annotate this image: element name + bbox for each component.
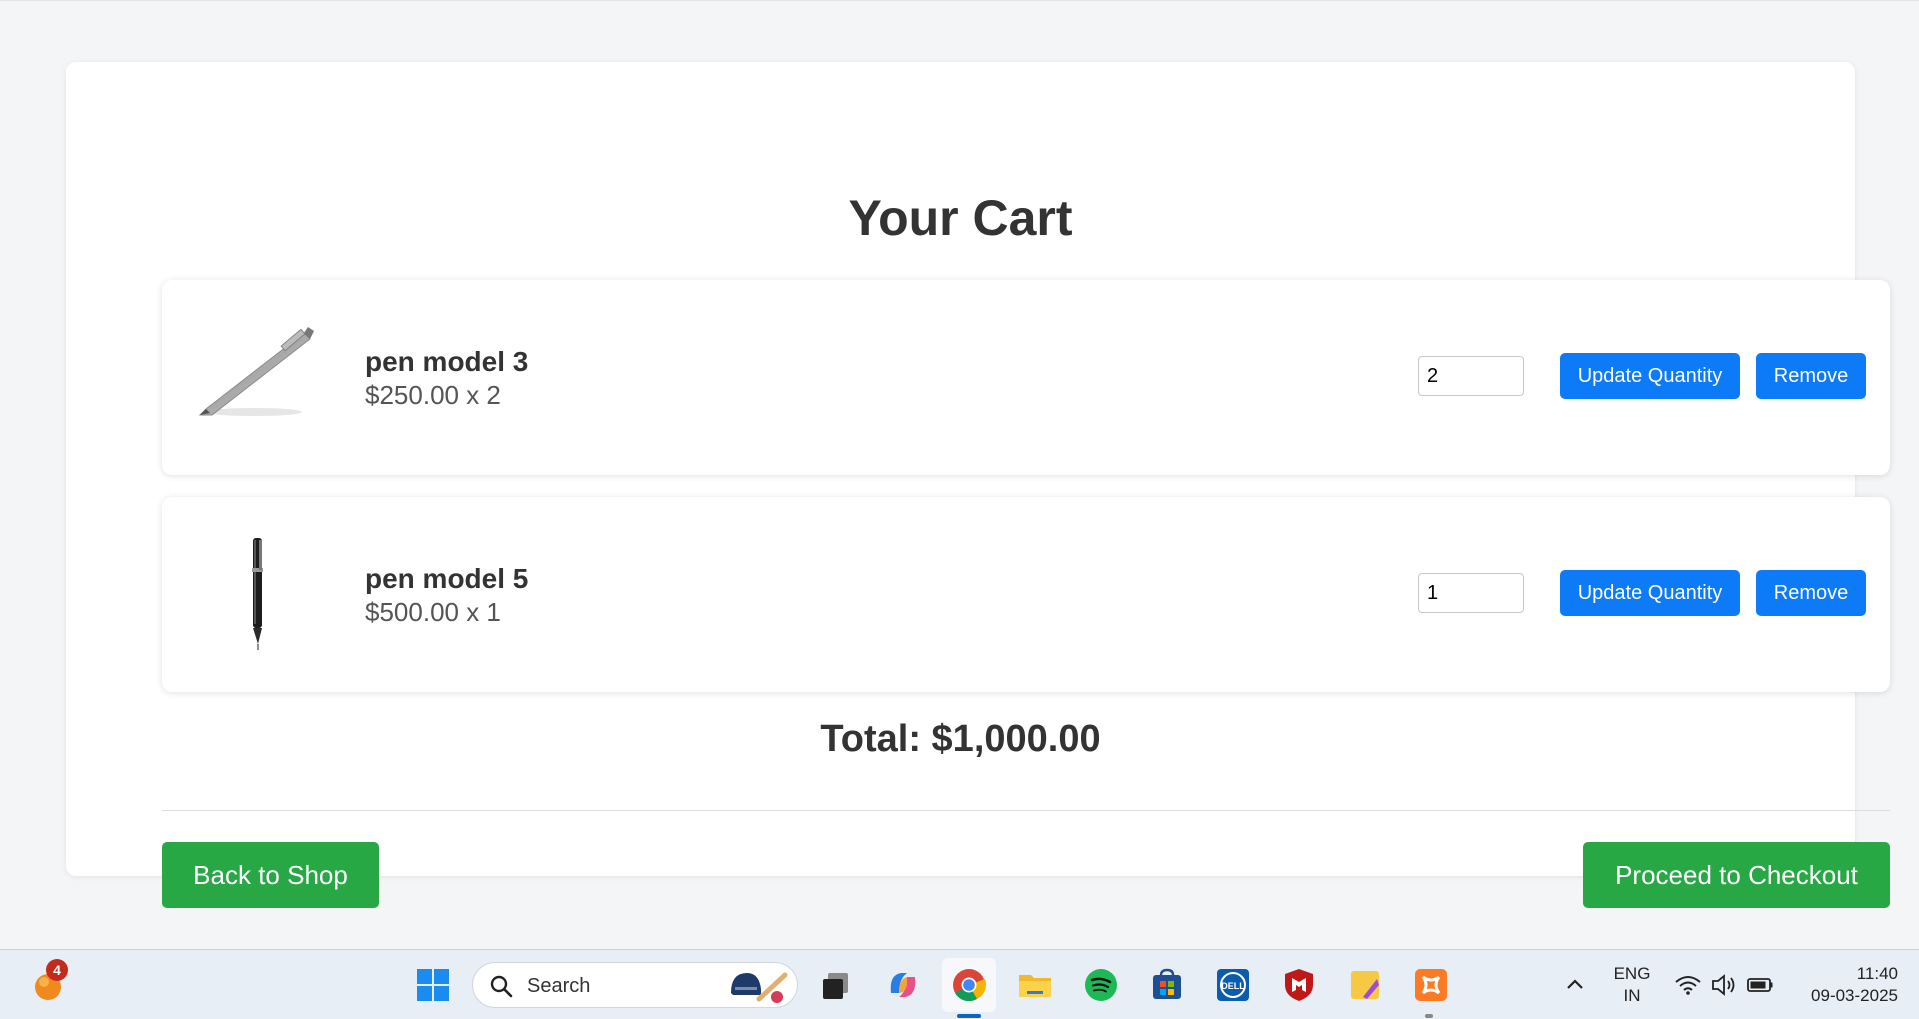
sticky-notes-icon[interactable] (1345, 965, 1385, 1005)
cart-item: pen model 5 $500.00 x 1 Update Quantity … (162, 497, 1890, 692)
running-app-indicator (1425, 1014, 1433, 1018)
item-price: $500.00 x 1 (365, 597, 501, 627)
silver-pen-image (192, 315, 322, 440)
chrome-icon[interactable] (949, 965, 989, 1005)
search-placeholder: Search (527, 975, 591, 997)
windows-start-icon[interactable] (413, 965, 453, 1005)
back-to-shop-button[interactable]: Back to Shop (162, 842, 379, 908)
cart-container: Your Cart pen model 3 $250.00 x 2 2 Upda… (66, 62, 1890, 908)
remove-button[interactable]: Remove (1756, 570, 1866, 616)
item-name: pen model 5 (365, 563, 529, 594)
wifi-icon[interactable] (1668, 965, 1708, 1005)
black-pen-image (192, 532, 322, 657)
proceed-to-checkout-button[interactable]: Proceed to Checkout (1583, 842, 1890, 908)
quantity-input[interactable] (1418, 356, 1524, 396)
file-explorer-icon[interactable] (1015, 965, 1055, 1005)
taskbar-search[interactable]: Search (472, 962, 798, 1008)
dell-icon[interactable]: DELL (1213, 965, 1253, 1005)
cart-total: Total: $1,000.00 (820, 718, 1101, 760)
active-app-indicator (957, 1014, 981, 1018)
update-quantity-button[interactable]: Update Quantity (1560, 570, 1740, 616)
search-icon (490, 975, 513, 998)
taskbar: 4 Search DELL ENG IN 11:40 09-03-2025 (0, 949, 1919, 1019)
remove-button[interactable]: Remove (1756, 353, 1866, 399)
language-code: ENG (1613, 964, 1651, 983)
quantity-input[interactable] (1418, 573, 1524, 613)
chevron-up-icon[interactable] (1555, 965, 1595, 1005)
microsoft-store-icon[interactable] (1147, 965, 1187, 1005)
cart-item: pen model 3 $250.00 x 2 Update Quantity … (162, 280, 1890, 475)
copilot-icon[interactable] (883, 965, 923, 1005)
mcafee-icon[interactable] (1279, 965, 1319, 1005)
item-name: pen model 3 (365, 346, 529, 377)
volume-icon[interactable] (1704, 965, 1744, 1005)
spotify-icon[interactable] (1081, 965, 1121, 1005)
task-view-icon[interactable] (816, 965, 856, 1005)
item-price: $250.00 x 2 (365, 380, 501, 410)
update-quantity-button[interactable]: Update Quantity (1560, 353, 1740, 399)
clock-date: 09-03-2025 (1811, 986, 1898, 1005)
divider (162, 810, 1890, 811)
page: Your Cart pen model 3 $250.00 x 2 2 Upda… (0, 0, 1919, 1019)
svg-text:DELL: DELL (1221, 981, 1245, 991)
browser-edge (0, 0, 1919, 1)
page-title: Your Cart (848, 190, 1073, 246)
xampp-icon[interactable] (1411, 965, 1451, 1005)
clock-time: 11:40 (1856, 964, 1898, 983)
system-clock[interactable]: 11:40 09-03-2025 (1788, 963, 1898, 1007)
battery-icon[interactable] (1740, 965, 1780, 1005)
cricket-helmet-icon (731, 972, 788, 1003)
language-region: IN (1623, 986, 1641, 1005)
language-indicator[interactable]: ENG IN (1612, 963, 1652, 1007)
notification-badge: 4 (46, 959, 68, 981)
